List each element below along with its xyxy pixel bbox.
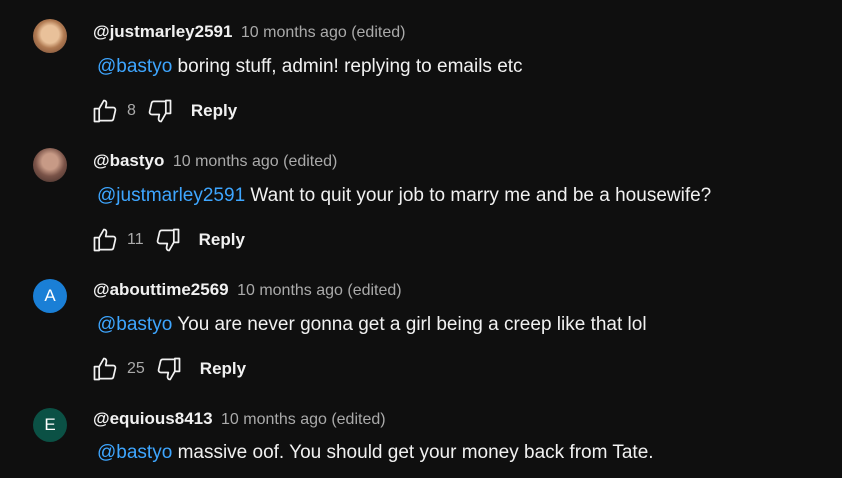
thumbs-up-icon	[93, 228, 117, 252]
reply-button[interactable]: Reply	[200, 359, 246, 379]
like-button[interactable]	[90, 354, 120, 384]
thumbs-down-icon	[156, 228, 179, 252]
comment-timestamp[interactable]: 10 months ago (edited)	[221, 411, 386, 428]
comment-body: massive oof. You should get your money b…	[177, 442, 654, 463]
mention-link[interactable]: @justmarley2591	[97, 185, 245, 206]
comment-body: Want to quit your job to marry me and be…	[245, 185, 712, 206]
dislike-button[interactable]	[154, 354, 184, 384]
like-button[interactable]	[90, 96, 120, 126]
mention-link[interactable]: @bastyo	[97, 314, 172, 335]
comment-text: @bastyo boring stuff, admin! replying to…	[97, 55, 523, 79]
avatar-letter: E	[44, 415, 56, 434]
comment-header: @equious8413 10 months ago (edited)	[93, 408, 386, 430]
dislike-button[interactable]	[153, 225, 183, 255]
comment-author[interactable]: @abouttime2569	[93, 280, 229, 299]
thumbs-up-icon	[93, 357, 117, 381]
avatar[interactable]: E	[33, 408, 67, 442]
reply-button[interactable]: Reply	[191, 101, 237, 121]
avatar[interactable]	[33, 148, 67, 182]
mention-link[interactable]: @bastyo	[97, 56, 172, 77]
comment-thread: @justmarley2591 10 months ago (edited) @…	[0, 0, 842, 478]
comment-actions: 11 Reply	[90, 225, 245, 255]
avatar-letter: A	[44, 286, 56, 305]
like-count: 8	[127, 102, 136, 119]
comment-header: @bastyo 10 months ago (edited)	[93, 150, 337, 172]
comment-header: @justmarley2591 10 months ago (edited)	[93, 21, 405, 43]
dislike-button[interactable]	[145, 96, 175, 126]
avatar[interactable]	[33, 19, 67, 53]
comment-text: @bastyo massive oof. You should get your…	[97, 441, 654, 465]
thumbs-down-icon	[157, 357, 181, 381]
comment-author[interactable]: @bastyo	[93, 151, 164, 170]
comment-author[interactable]: @justmarley2591	[93, 22, 232, 41]
comment-text: @bastyo You are never gonna get a girl b…	[97, 313, 647, 337]
thumbs-up-icon	[93, 99, 117, 123]
avatar[interactable]: A	[33, 279, 67, 313]
mention-link[interactable]: @bastyo	[97, 442, 172, 463]
comment-header: @abouttime2569 10 months ago (edited)	[93, 279, 402, 301]
thumbs-down-icon	[148, 99, 172, 123]
comment-body: You are never gonna get a girl being a c…	[172, 314, 647, 335]
comment-author[interactable]: @equious8413	[93, 409, 213, 428]
like-button[interactable]	[90, 225, 120, 255]
like-count: 25	[127, 360, 145, 377]
comment-actions: 25 Reply	[90, 354, 246, 384]
reply-button[interactable]: Reply	[199, 230, 245, 250]
comment-timestamp[interactable]: 10 months ago (edited)	[237, 282, 402, 299]
comment-actions: 8 Reply	[90, 96, 237, 126]
like-count: 11	[127, 231, 144, 248]
comment-timestamp[interactable]: 10 months ago (edited)	[241, 24, 406, 41]
comment-body: boring stuff, admin! replying to emails …	[172, 56, 523, 77]
comment-timestamp[interactable]: 10 months ago (edited)	[173, 153, 338, 170]
comment-text: @justmarley2591 Want to quit your job to…	[97, 184, 711, 208]
